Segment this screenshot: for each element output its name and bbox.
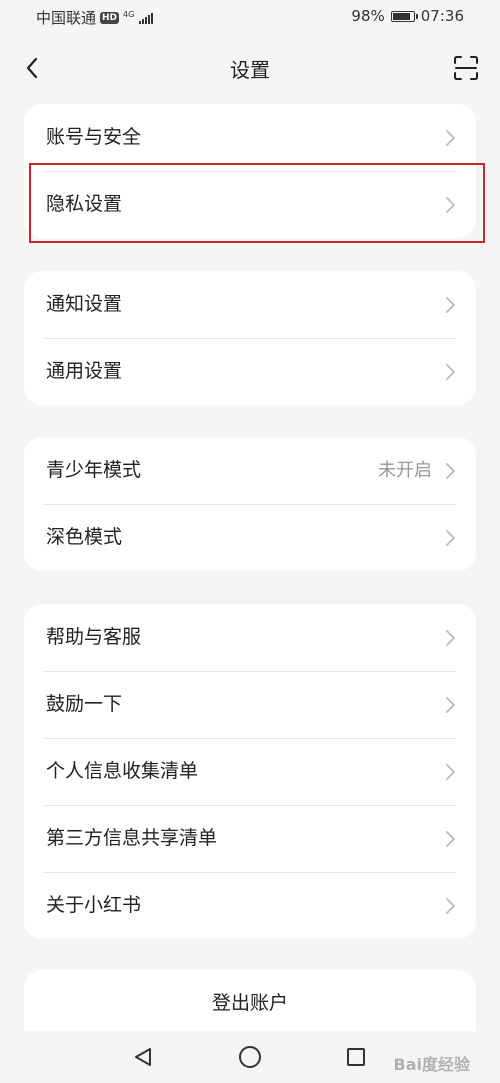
row-label: 关于小红书 [46,894,142,916]
row-label: 个人信息收集清单 [46,760,199,782]
row-teen-mode[interactable]: 青少年模式 未开启 [24,437,476,504]
row-dark-mode[interactable]: 深色模式 [24,504,476,571]
chevron-right-icon [446,530,455,546]
chevron-right-icon [446,697,455,713]
row-about-app[interactable]: 关于小红书 [24,872,476,939]
chevron-right-icon [446,898,455,914]
page-title: 设置 [230,58,270,82]
carrier-name: 中国联通 [36,9,97,27]
row-label: 通用设置 [46,360,123,382]
battery-percent: 98% [351,7,385,25]
scan-button[interactable] [450,52,482,84]
title-bar: 设置 [0,34,500,102]
chevron-right-icon [446,630,455,646]
chevron-right-icon [446,130,455,146]
row-notification-settings[interactable]: 通知设置 [24,271,476,338]
status-right: 98% 07:36 [351,7,464,25]
system-home-button[interactable] [236,1043,264,1071]
row-help-service[interactable]: 帮助与客服 [24,604,476,671]
logout-button[interactable]: 登出账户 [24,970,476,1036]
system-back-button[interactable] [129,1043,157,1071]
triangle-back-icon [135,1048,151,1066]
circle-home-icon [239,1046,261,1068]
row-label: 帮助与客服 [46,626,142,648]
settings-group-account: 账号与安全 隐私设置 [24,104,476,238]
row-encourage[interactable]: 鼓励一下 [24,671,476,738]
network-type: 4G [123,9,135,19]
battery-icon [390,10,418,22]
battery-fill [392,12,411,20]
chevron-right-icon [446,831,455,847]
chevron-right-icon [446,297,455,313]
teen-mode-status: 未开启 [378,460,432,481]
status-bar: 中国联通 HD 4G 98% 07:36 [0,0,500,34]
row-label: 账号与安全 [46,126,142,148]
signal-icon [139,12,154,24]
system-nav-bar: Bai度经验 [0,1031,500,1083]
row-privacy-settings[interactable]: 隐私设置 [24,171,476,238]
chevron-right-icon [446,364,455,380]
hd-badge: HD [100,11,120,24]
row-label: 通知设置 [46,293,123,315]
scan-icon [454,56,478,80]
system-recents-button[interactable] [342,1043,370,1071]
settings-group-about: 帮助与客服 鼓励一下 个人信息收集清单 第三方信息共享清单 关于小红书 [24,604,476,939]
row-account-security[interactable]: 账号与安全 [24,104,476,171]
square-recents-icon [347,1048,365,1066]
row-label: 深色模式 [46,526,123,548]
settings-group-modes: 青少年模式 未开启 深色模式 [24,437,476,571]
row-label: 鼓励一下 [46,693,123,715]
row-label: 第三方信息共享清单 [46,827,218,849]
row-third-party-sharing-list[interactable]: 第三方信息共享清单 [24,805,476,872]
chevron-right-icon [446,197,455,213]
row-label: 隐私设置 [46,193,123,215]
row-personal-info-list[interactable]: 个人信息收集清单 [24,738,476,805]
chevron-right-icon [446,764,455,780]
row-label: 青少年模式 [46,459,142,481]
settings-group-general: 通知设置 通用设置 [24,271,476,405]
watermark: Bai度经验 [393,1055,470,1074]
clock: 07:36 [420,7,464,25]
status-left: 中国联通 HD 4G [36,7,154,28]
chevron-right-icon [446,463,455,479]
row-general-settings[interactable]: 通用设置 [24,338,476,405]
